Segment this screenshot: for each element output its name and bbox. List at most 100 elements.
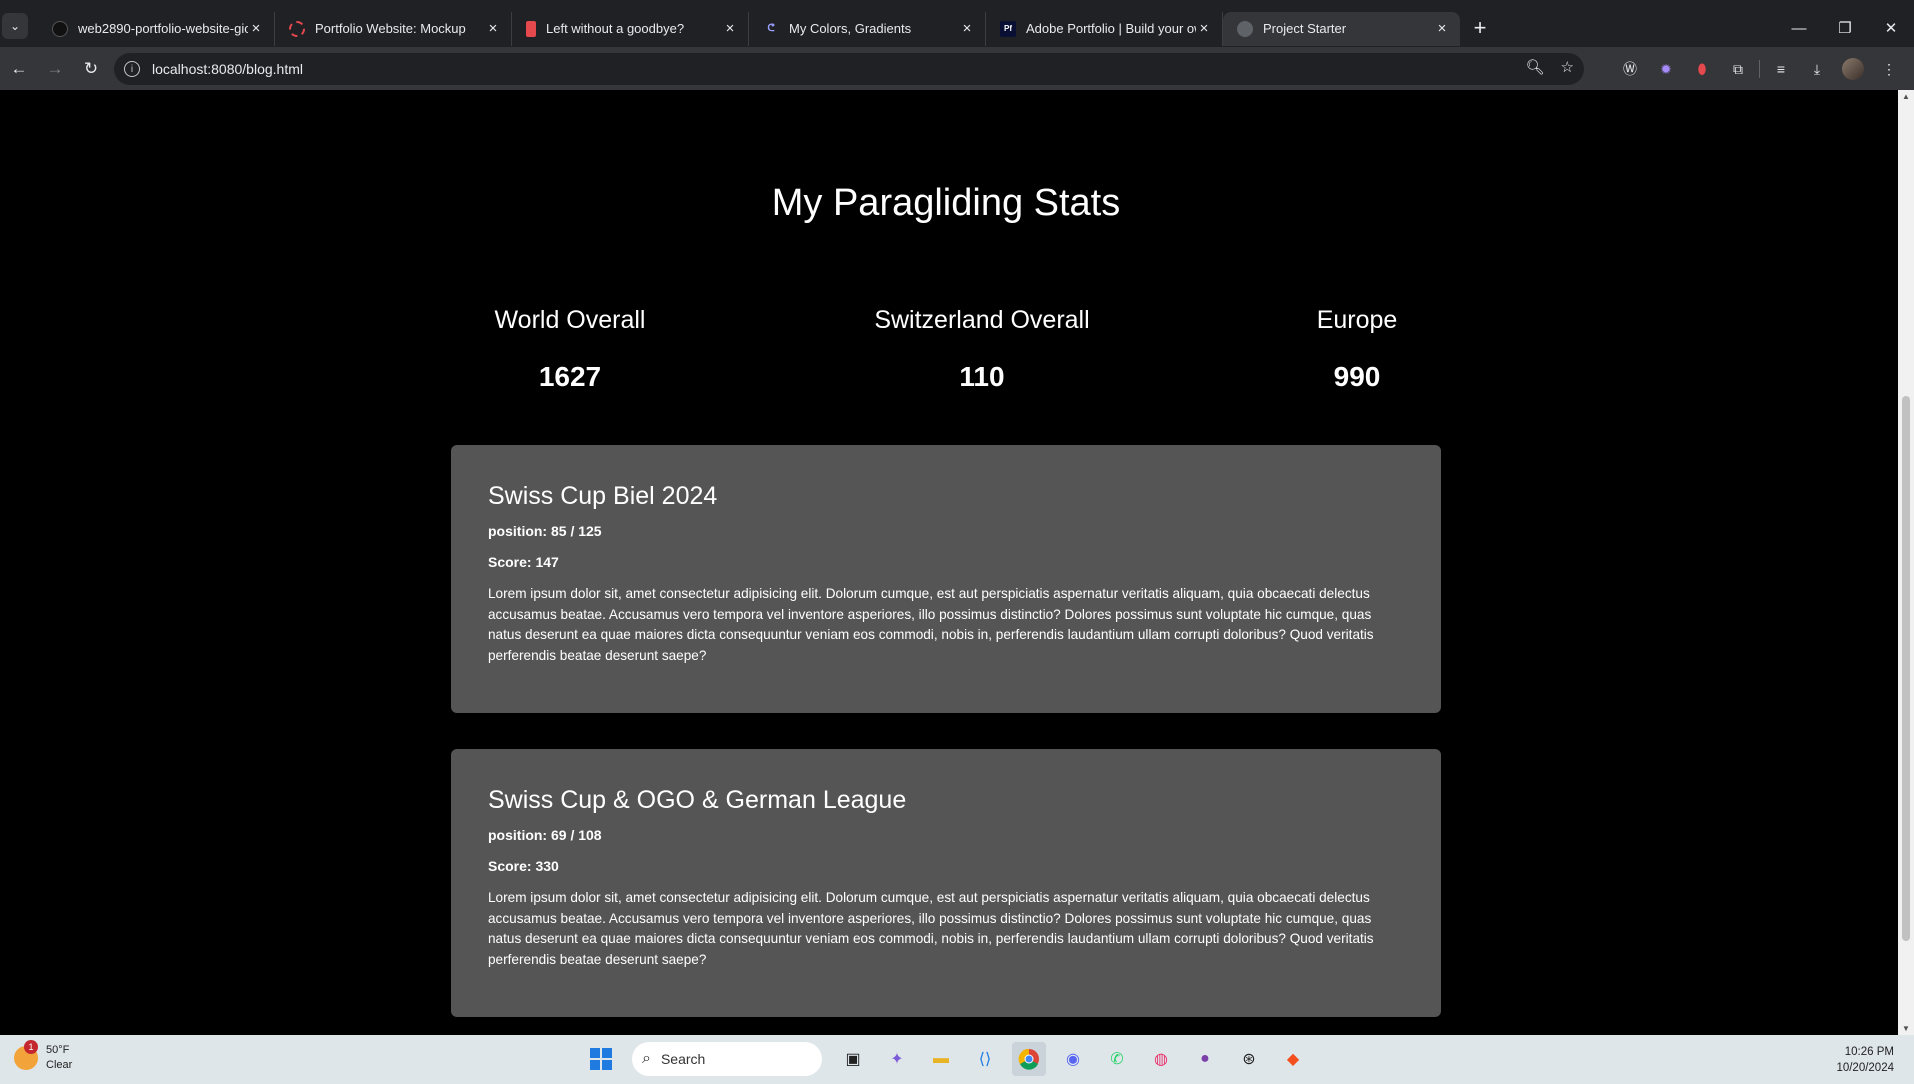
card-score: Score: 147 — [488, 554, 559, 570]
stat-world: World Overall 1627 — [470, 306, 670, 393]
discord-icon[interactable]: ◉ — [1056, 1042, 1090, 1076]
taskbar-apps: ⌕ Search ▣ ✦ ▬ ⟨⟩ ◉ ✆ ◍ ● ⊛ ◆ — [584, 1042, 1310, 1076]
creative-cloud-icon[interactable]: ◍ — [1144, 1042, 1178, 1076]
extension-w-icon[interactable]: Ⓦ — [1615, 54, 1645, 84]
task-view-icon[interactable]: ▣ — [836, 1042, 870, 1076]
address-bar[interactable]: i localhost:8080/blog.html 🔍︎ ☆ — [114, 53, 1584, 85]
windows-start-icon[interactable] — [584, 1042, 618, 1076]
window-controls: — ❐ ✕ — [1776, 8, 1914, 48]
card-position: position: 85 / 125 — [488, 523, 602, 539]
url-text[interactable]: localhost:8080/blog.html — [152, 61, 303, 77]
tab-title: Left without a goodbye? — [546, 21, 685, 36]
bookmark-icon — [526, 20, 536, 37]
card-title: Swiss Cup & OGO & German League — [488, 786, 907, 814]
tab-strip: ⌄ web2890-portfolio-website-gio × Portfo… — [0, 4, 1914, 47]
tab-colors[interactable]: ᕦ My Colors, Gradients × — [749, 11, 986, 46]
tab-project-starter[interactable]: Project Starter × — [1223, 11, 1460, 46]
weather-desc: Clear — [46, 1059, 73, 1071]
download-icon[interactable]: ⤓ — [1802, 54, 1832, 84]
site-info-icon[interactable]: i — [124, 61, 140, 77]
close-icon[interactable]: × — [959, 20, 975, 37]
vertical-scrollbar[interactable]: ▲ ▼ — [1898, 90, 1914, 1035]
tab-mockup[interactable]: Portfolio Website: Mockup × — [275, 11, 512, 46]
extension-gear-icon[interactable]: ✹ — [1651, 54, 1681, 84]
clock-date: 10/20/2024 — [1836, 1062, 1894, 1074]
close-icon[interactable]: × — [1434, 20, 1450, 37]
page-title: My Paragliding Stats — [771, 182, 1121, 224]
notification-badge: 1 — [24, 1040, 38, 1054]
tab-title: Portfolio Website: Mockup — [315, 21, 466, 36]
bookmark-star-icon[interactable]: ☆ — [1561, 58, 1574, 76]
weather-widget[interactable]: 1 50°F Clear — [14, 1040, 73, 1073]
copilot-icon[interactable]: ✦ — [880, 1042, 914, 1076]
whatsapp-icon[interactable]: ✆ — [1100, 1042, 1134, 1076]
search-placeholder: Search — [660, 1051, 706, 1067]
back-icon[interactable]: ← — [2, 52, 36, 86]
vscode-icon[interactable]: ⟨⟩ — [968, 1042, 1002, 1076]
card-title: Swiss Cup Biel 2024 — [488, 482, 718, 510]
openai-icon[interactable]: ⊛ — [1232, 1042, 1266, 1076]
tab-title: My Colors, Gradients — [789, 21, 912, 36]
card-body: Lorem ipsum dolor sit, amet consectetur … — [488, 890, 1374, 967]
close-icon[interactable]: × — [1196, 20, 1212, 37]
tab-search-button[interactable]: ⌄ — [2, 12, 28, 39]
close-icon[interactable]: × — [722, 20, 738, 37]
stat-value: 990 — [1333, 361, 1381, 392]
reload-icon[interactable]: ↻ — [74, 52, 108, 86]
chrome-icon[interactable] — [1012, 1042, 1046, 1076]
tab-goodbye[interactable]: Left without a goodbye? × — [512, 11, 749, 46]
globe-icon — [1237, 20, 1253, 37]
windows-taskbar: 1 50°F Clear ⌕ Search ▣ ✦ ▬ ⟨⟩ ◉ ✆ ◍ ● ⊛… — [0, 1035, 1914, 1084]
weather-temp: 50°F — [46, 1044, 70, 1056]
stat-value: 110 — [959, 361, 1005, 392]
extensions-puzzle-icon[interactable]: ⧉ — [1723, 54, 1753, 84]
restore-icon[interactable]: ❐ — [1822, 8, 1868, 48]
tab-adobe[interactable]: Pf Adobe Portfolio | Build your ow × — [986, 11, 1223, 46]
card-position: position: 69 / 108 — [488, 827, 602, 843]
new-tab-button[interactable]: + — [1466, 14, 1494, 42]
stat-europe: Europe 990 — [1257, 306, 1457, 393]
scrollbar-thumb[interactable] — [1902, 396, 1910, 941]
extensions-area: Ⓦ ✹ ⬮ ⧉ ≡ ⤓ ⋮ — [1615, 52, 1914, 86]
scroll-down-icon[interactable]: ▼ — [1902, 1024, 1910, 1033]
tab-title: web2890-portfolio-website-gio — [78, 21, 248, 36]
minimize-icon[interactable]: — — [1776, 8, 1822, 48]
figma-icon[interactable]: ◆ — [1276, 1042, 1310, 1076]
browser-chrome: ⌄ web2890-portfolio-website-gio × Portfo… — [0, 0, 1914, 90]
profile-avatar[interactable] — [1838, 54, 1868, 84]
circle-icon — [289, 20, 305, 37]
taskbar-search[interactable]: ⌕ Search — [632, 1042, 822, 1076]
menu-icon[interactable]: ⋮ — [1874, 54, 1904, 84]
forward-icon[interactable]: → — [38, 52, 72, 86]
stat-value: 1627 — [538, 361, 602, 392]
competition-card: Swiss Cup & OGO & German League position… — [451, 749, 1441, 1017]
weather-sun-icon: 1 — [14, 1040, 38, 1070]
stat-label: World Overall — [494, 306, 646, 334]
system-clock[interactable]: 10:26 PM 10/20/2024 — [1836, 1044, 1894, 1076]
browser-toolbar: ← → ↻ i localhost:8080/blog.html 🔍︎ ☆ Ⓦ … — [0, 47, 1914, 90]
search-icon: ⌕ — [642, 1050, 651, 1067]
competition-card: Swiss Cup Biel 2024 position: 85 / 125 S… — [451, 445, 1441, 713]
scroll-up-icon[interactable]: ▲ — [1902, 92, 1910, 101]
tab-title: Adobe Portfolio | Build your ow — [1026, 21, 1196, 36]
pf-icon: Pf — [1000, 20, 1016, 37]
github-desktop-icon[interactable]: ● — [1188, 1042, 1222, 1076]
stat-switzerland: Switzerland Overall 110 — [842, 306, 1122, 393]
file-explorer-icon[interactable]: ▬ — [924, 1042, 958, 1076]
stat-label: Switzerland Overall — [874, 306, 1090, 334]
gradient-icon: ᕦ — [767, 23, 775, 34]
page-viewport: My Paragliding Stats World Overall 1627 … — [0, 90, 1898, 1035]
divider — [1759, 60, 1760, 78]
tab-github[interactable]: web2890-portfolio-website-gio × — [38, 11, 275, 46]
close-window-icon[interactable]: ✕ — [1868, 8, 1914, 48]
stat-label: Europe — [1316, 306, 1398, 334]
card-score: Score: 330 — [488, 858, 559, 874]
extension-red-icon[interactable]: ⬮ — [1687, 54, 1717, 84]
tab-title: Project Starter — [1263, 21, 1347, 36]
close-icon[interactable]: × — [485, 20, 501, 37]
clock-time: 10:26 PM — [1844, 1046, 1894, 1058]
avatar — [1842, 58, 1864, 80]
close-icon[interactable]: × — [248, 20, 264, 37]
reading-list-icon[interactable]: ≡ — [1766, 54, 1796, 84]
zoom-icon[interactable]: 🔍︎ — [1526, 58, 1545, 76]
